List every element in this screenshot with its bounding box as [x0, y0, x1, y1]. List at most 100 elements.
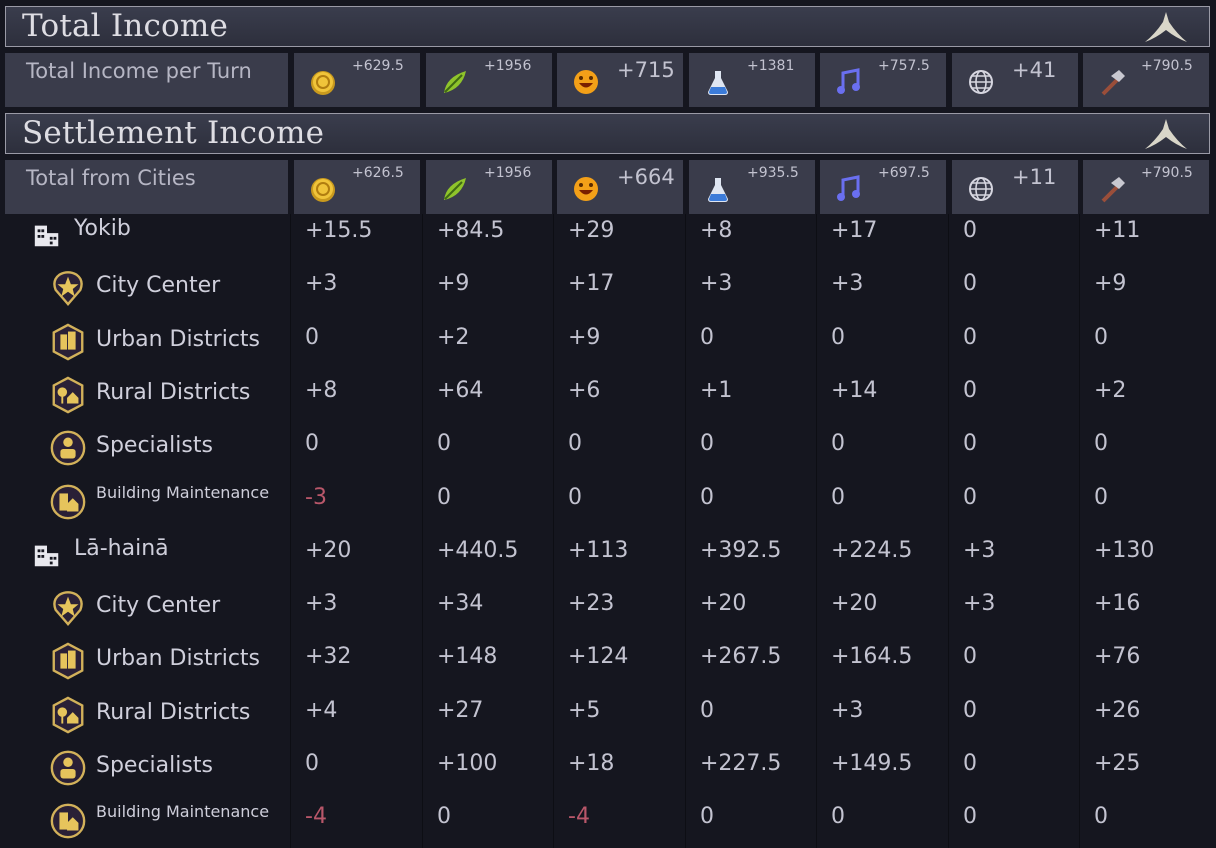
settlement-income-title: Settlement Income: [22, 115, 325, 151]
total-income-value: +1956: [484, 58, 532, 74]
income-source-label: Specialists: [96, 433, 213, 459]
city-name: Lā-hainā: [74, 535, 169, 561]
building-maintenance-icon: [50, 484, 86, 519]
income-value-cell: +5: [568, 697, 601, 723]
city-row[interactable]: Yokib +15.5 +84.5 +29 +8 +17 0 +11: [0, 208, 1216, 261]
income-value-cell: 0: [1094, 431, 1108, 457]
income-value-cell: 0: [568, 484, 582, 510]
total-from-cities-stat-3: +935.5: [689, 160, 815, 214]
gold-coin-icon: [311, 178, 335, 202]
income-value-cell: 0: [963, 271, 977, 297]
income-value-cell: 0: [963, 697, 977, 723]
income-value-cell: +14: [831, 377, 878, 403]
income-source-label: Specialists: [96, 753, 213, 778]
income-value-cell: +3: [305, 591, 338, 617]
total-from-cities-value: +935.5: [747, 165, 799, 181]
income-source-row: Rural Districts +4 +27 +5 0 +3 0 +26: [0, 688, 1216, 741]
influence-globe-icon: [969, 177, 993, 201]
income-value-cell: +23: [568, 591, 615, 617]
income-value-cell: +20: [831, 591, 878, 617]
total-from-cities-row: Total from Cities +626.5 +1956 +664 +935.5 +…: [0, 160, 1216, 214]
science-flask-icon: [708, 71, 728, 95]
city-row[interactable]: Lā-hainā +20 +440.5 +113 +392.5 +224.5 +3 +130: [0, 528, 1216, 581]
income-value-cell: +1: [700, 377, 733, 403]
income-value-cell: +32: [305, 644, 352, 670]
income-value-cell: +9: [1094, 271, 1127, 297]
total-from-cities-value: +11: [1012, 165, 1057, 189]
income-value-cell: 0: [700, 484, 714, 510]
income-value-cell: +267.5: [700, 644, 782, 670]
total-from-cities-label-box: Total from Cities: [5, 160, 288, 214]
settlement-income-header: Settlement Income: [5, 113, 1210, 154]
column-separator: [948, 214, 949, 848]
production-hammer-icon: [1101, 70, 1125, 96]
income-source-row: Urban Districts 0 +2 +9 0 0 0 0: [0, 315, 1216, 368]
income-value-cell: 0: [963, 751, 977, 776]
urban-districts-icon: [52, 642, 84, 680]
city-center-star-icon: [53, 271, 83, 307]
income-source-label: Urban Districts: [96, 326, 261, 352]
rural-districts-icon: [52, 376, 84, 414]
income-value-cell: +392.5: [700, 537, 782, 563]
income-value-cell: 0: [831, 431, 845, 457]
food-leaf-icon: [444, 71, 466, 93]
income-value-cell: 0: [1094, 484, 1108, 510]
income-value-cell: 0: [305, 324, 319, 350]
income-value-cell: 0: [437, 484, 451, 510]
total-from-cities-stat-1: +1956: [426, 160, 552, 214]
income-value-cell: +124: [568, 644, 629, 670]
culture-note-icon: [837, 68, 860, 94]
income-value-cell: +34: [437, 591, 484, 617]
income-value-cell: 0: [700, 324, 714, 350]
income-value-cell: +149.5: [831, 751, 913, 776]
income-value-cell: 0: [1094, 804, 1108, 830]
city-icon: [34, 545, 59, 567]
total-from-cities-stat-0: +626.5: [294, 160, 420, 214]
column-separator: [1079, 214, 1080, 848]
collapse-arrow-icon[interactable]: [1143, 10, 1189, 46]
income-value-cell: +3: [963, 591, 996, 617]
total-from-cities-stat-4: +697.5: [820, 160, 946, 214]
income-value-cell: +440.5: [437, 537, 519, 563]
total-from-cities-value: +790.5: [1141, 165, 1193, 181]
income-source-row: Specialists 0 0 0 0 0 0 0: [0, 421, 1216, 474]
total-income-value: +757.5: [878, 58, 930, 74]
income-value-cell: 0: [963, 324, 977, 350]
income-value-cell: +18: [568, 751, 615, 776]
income-value-cell: +17: [568, 271, 615, 297]
income-value-cell: +76: [1094, 644, 1141, 670]
urban-districts-icon: [52, 323, 84, 361]
income-value-cell: +2: [1094, 377, 1127, 403]
income-value-cell: +3: [831, 271, 864, 297]
income-value-cell: 0: [831, 804, 845, 830]
total-income-value: +715: [617, 58, 675, 82]
income-value-cell: 0: [963, 431, 977, 457]
total-income-value: +629.5: [352, 58, 404, 74]
total-from-cities-value: +1956: [484, 165, 532, 181]
city-center-star-icon: [53, 591, 83, 627]
income-value-cell: +4: [305, 697, 338, 723]
income-value-cell: +8: [305, 377, 338, 403]
income-source-label: Building Maintenance: [96, 802, 270, 822]
income-source-label: Urban Districts: [96, 646, 261, 672]
income-value-cell: 0: [963, 484, 977, 510]
total-income-header: Total Income: [5, 6, 1210, 47]
income-value-cell: +3: [963, 537, 996, 563]
collapse-arrow-icon[interactable]: [1143, 117, 1189, 153]
income-value-cell: +6: [568, 377, 601, 403]
income-value-cell: +227.5: [700, 751, 782, 776]
total-income-value: +790.5: [1141, 58, 1193, 74]
income-value-cell: 0: [963, 377, 977, 403]
income-value-cell: +2: [437, 324, 470, 350]
influence-globe-icon: [969, 70, 993, 94]
total-from-cities-stat-6: +790.5: [1083, 160, 1209, 214]
income-value-cell: +15.5: [305, 218, 373, 243]
income-value-cell: +29: [568, 218, 615, 243]
income-value-cell: 0: [305, 751, 319, 776]
food-leaf-icon: [444, 178, 466, 200]
column-separator: [422, 214, 423, 848]
income-value-cell: +113: [568, 537, 629, 563]
science-flask-icon: [708, 178, 728, 202]
total-income-stat-6: +790.5: [1083, 53, 1209, 107]
building-maintenance-icon: [50, 803, 86, 839]
